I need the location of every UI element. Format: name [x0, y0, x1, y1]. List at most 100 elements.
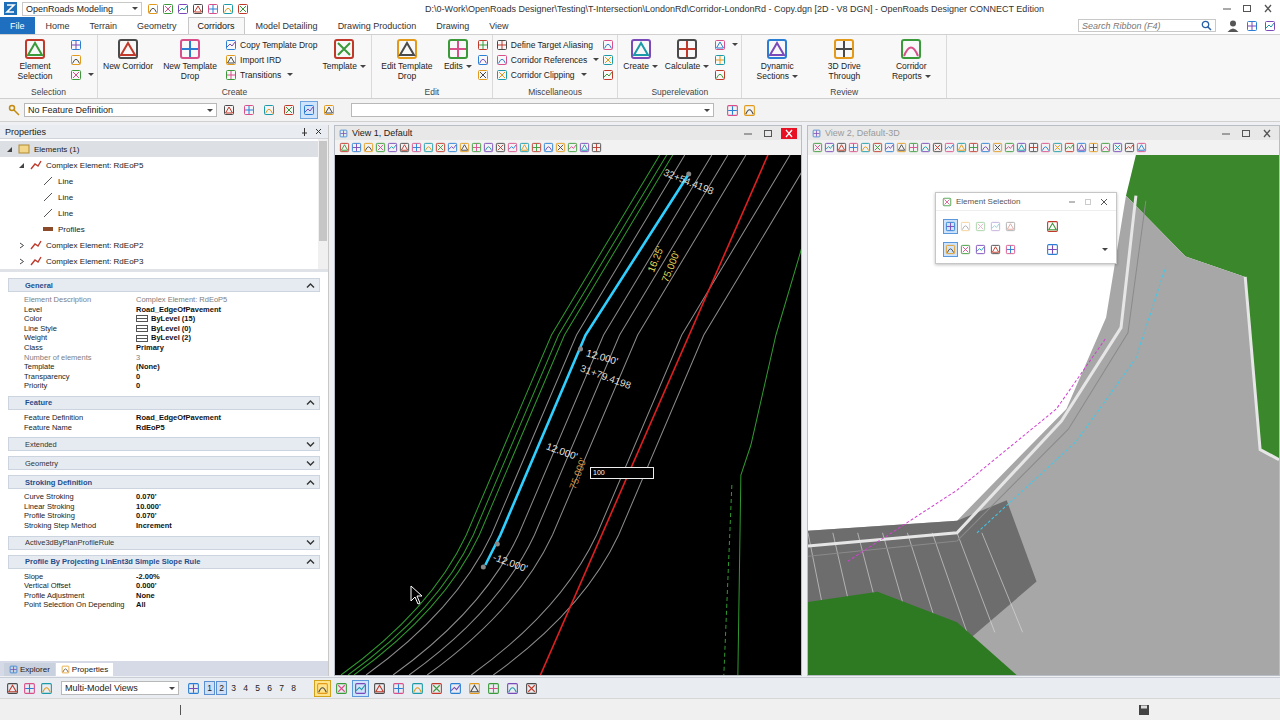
accudraw-tool-button[interactable]: [524, 681, 539, 696]
minimize-icon[interactable]: [741, 128, 755, 139]
section-header[interactable]: Geometry: [8, 456, 320, 470]
view-tool[interactable]: [860, 142, 871, 153]
view-tool[interactable]: [1028, 142, 1039, 153]
property-row[interactable]: Feature Name RdEoP5: [24, 423, 320, 433]
ribbon-small-button[interactable]: [714, 38, 738, 51]
ribbon-small-button[interactable]: Import IRD: [225, 53, 317, 66]
ribbon-button[interactable]: Element Selection: [3, 37, 67, 81]
close-icon[interactable]: [1098, 197, 1110, 207]
workflow-dropdown[interactable]: OpenRoads Modeling: [22, 2, 142, 16]
view-tool[interactable]: [579, 142, 590, 153]
property-row[interactable]: Color ByLevel (15): [24, 314, 320, 324]
view-tool[interactable]: [1052, 142, 1063, 153]
expander-icon[interactable]: [18, 162, 26, 169]
property-row[interactable]: Weight ByLevel (2): [24, 333, 320, 343]
maximize-icon[interactable]: [761, 128, 775, 139]
ribbon-small-button[interactable]: [714, 53, 738, 66]
tree-item[interactable]: Elements (1): [0, 141, 318, 157]
quick-access-button[interactable]: [147, 3, 159, 15]
navigation-button[interactable]: [6, 682, 19, 695]
view-tool[interactable]: [495, 142, 506, 153]
section-header[interactable]: Stroking Definition: [8, 475, 320, 489]
property-row[interactable]: Transparency 0: [24, 372, 320, 382]
ribbon-tab[interactable]: View: [480, 17, 517, 34]
view-tool[interactable]: [555, 142, 566, 153]
view-tool[interactable]: [459, 142, 470, 153]
tree-item[interactable]: Complex Element: RdEoP2: [0, 237, 318, 253]
property-row[interactable]: Class Primary: [24, 343, 320, 353]
quick-access-button[interactable]: [222, 3, 234, 15]
panel-tab[interactable]: Explorer: [4, 663, 55, 676]
property-row[interactable]: Priority 0: [24, 381, 320, 391]
property-row[interactable]: Template (None): [24, 362, 320, 372]
ribbon-button[interactable]: 3D Drive Through: [812, 37, 876, 81]
view-tool[interactable]: [812, 142, 823, 153]
view-toggle-button[interactable]: 5: [252, 681, 263, 695]
model-views-dropdown[interactable]: Multi-Model Views: [61, 681, 179, 695]
section-header[interactable]: Extended: [8, 437, 320, 451]
attribute-tool[interactable]: [241, 102, 257, 118]
view-tool[interactable]: [1076, 142, 1087, 153]
attribute-tool[interactable]: [301, 102, 317, 118]
selection-method-button[interactable]: [944, 220, 957, 233]
ribbon-button[interactable]: New Template Drop: [158, 37, 222, 81]
selection-method-button[interactable]: [1004, 220, 1017, 233]
view-tool[interactable]: [447, 142, 458, 153]
selection-method-button[interactable]: [989, 220, 1002, 233]
view-tool[interactable]: [399, 142, 410, 153]
ribbon-small-button[interactable]: [602, 38, 614, 51]
accudraw-tool-button[interactable]: [334, 681, 349, 696]
ribbon-small-button[interactable]: [714, 68, 738, 81]
accudraw-tool-button[interactable]: [467, 681, 482, 696]
ribbon-button[interactable]: Dynamic Sections: [745, 37, 809, 81]
view-toggle-button[interactable]: 8: [288, 681, 299, 695]
3d-view-canvas[interactable]: Element Selection: [808, 155, 1279, 675]
expander-icon[interactable]: [6, 146, 14, 153]
property-row[interactable]: Vertical Offset 0.000': [24, 581, 320, 591]
ribbon-small-button[interactable]: [602, 68, 614, 81]
tree-item[interactable]: Line: [0, 173, 318, 189]
view-tool[interactable]: [375, 142, 386, 153]
quick-access-button[interactable]: [237, 3, 249, 15]
ribbon-button[interactable]: New Corridor: [101, 37, 155, 72]
ribbon-small-button[interactable]: Corridor Clipping: [496, 68, 600, 81]
view-tool[interactable]: [908, 142, 919, 153]
minimize-icon[interactable]: [1219, 128, 1233, 139]
ribbon-tab[interactable]: Home: [37, 17, 79, 34]
view-tool[interactable]: [1088, 142, 1099, 153]
selection-mode-button[interactable]: [944, 243, 957, 256]
property-row[interactable]: Profile Stroking 0.070': [24, 511, 320, 521]
navigation-button[interactable]: [40, 682, 53, 695]
view-tool[interactable]: [1100, 142, 1111, 153]
minimize-icon[interactable]: [1220, 3, 1234, 14]
accudraw-tool-button[interactable]: [410, 681, 425, 696]
ribbon-button[interactable]: Template: [320, 37, 368, 72]
close-icon[interactable]: [781, 128, 797, 139]
ribbon-small-button[interactable]: Define Target Aliasing: [496, 38, 600, 51]
view-tool[interactable]: [944, 142, 955, 153]
ribbon-small-button[interactable]: [70, 38, 94, 51]
ribbon-small-button[interactable]: [70, 53, 94, 66]
view-tool[interactable]: [1064, 142, 1075, 153]
view-tool[interactable]: [1004, 142, 1015, 153]
view-tool[interactable]: [387, 142, 398, 153]
ribbon-small-button[interactable]: [477, 38, 489, 51]
selection-mode-button[interactable]: [1004, 243, 1017, 256]
view-tool[interactable]: [471, 142, 482, 153]
save-icon[interactable]: [1138, 704, 1150, 716]
user-icon[interactable]: [1226, 19, 1240, 33]
view-tool[interactable]: [824, 142, 835, 153]
property-row[interactable]: Number of elements 3: [24, 353, 320, 363]
ribbon-small-button[interactable]: [477, 53, 489, 66]
tree-item[interactable]: Complex Element: RdEoP3: [0, 253, 318, 269]
ribbon-button[interactable]: Edit Template Drop: [375, 37, 439, 81]
view-toggle-button[interactable]: 7: [276, 681, 287, 695]
view-tool[interactable]: [543, 142, 554, 153]
view-tool[interactable]: [435, 142, 446, 153]
select-all-button[interactable]: [1045, 242, 1060, 257]
ribbon-button[interactable]: Create: [621, 37, 660, 72]
accudraw-tool-button[interactable]: [391, 681, 406, 696]
selection-method-button[interactable]: [959, 220, 972, 233]
view-tool[interactable]: [848, 142, 859, 153]
view-tool[interactable]: [1136, 142, 1147, 153]
